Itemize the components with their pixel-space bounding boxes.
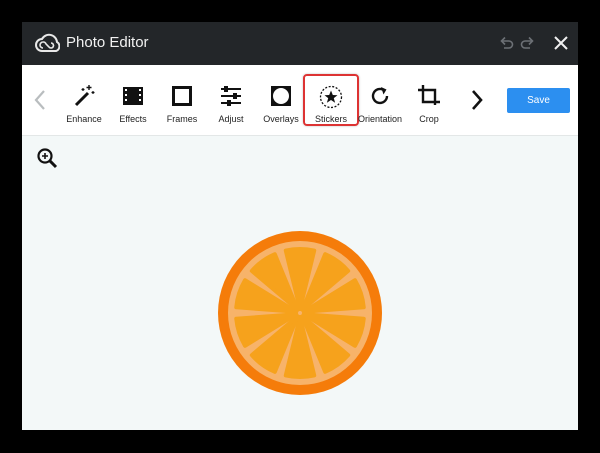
- redo-icon[interactable]: [519, 34, 537, 52]
- app-title: Photo Editor: [66, 34, 149, 51]
- tool-crop[interactable]: Crop: [401, 65, 457, 135]
- tool-label: Stickers: [314, 114, 347, 124]
- orange-slice-image: [218, 231, 382, 395]
- tool-overlays[interactable]: Overlays: [253, 65, 309, 135]
- undo-icon[interactable]: [497, 34, 515, 52]
- close-icon[interactable]: [552, 34, 570, 52]
- chevron-left-icon[interactable]: [31, 88, 49, 112]
- tool-label: Adjust: [218, 114, 244, 124]
- chevron-right-icon[interactable]: [468, 88, 486, 112]
- tool-frames[interactable]: Frames: [154, 65, 210, 135]
- tool-label: Crop: [419, 114, 439, 124]
- tool-label: Overlays: [263, 114, 299, 124]
- sliders-icon: [221, 86, 241, 106]
- film-strip-icon: [123, 87, 143, 105]
- photo-editor-window: Photo Editor Enhance Effects Frames Adju…: [22, 22, 578, 430]
- tool-label: Orientation: [357, 114, 403, 124]
- tool-label: Frames: [166, 114, 198, 124]
- creative-cloud-icon: [35, 33, 60, 52]
- frame-icon: [172, 86, 192, 106]
- tool-label: Effects: [119, 114, 147, 124]
- tool-adjust[interactable]: Adjust: [203, 65, 259, 135]
- save-button[interactable]: Save: [507, 88, 570, 113]
- tool-effects[interactable]: Effects: [105, 65, 161, 135]
- overlay-icon: [271, 86, 291, 106]
- rotate-icon: [371, 87, 389, 105]
- tool-enhance[interactable]: Enhance: [56, 65, 112, 135]
- image-canvas: [22, 136, 578, 430]
- crop-icon: [418, 85, 440, 105]
- tool-label: Enhance: [66, 114, 102, 124]
- magic-wand-icon: [74, 85, 95, 107]
- star-sticker-icon: [319, 85, 343, 109]
- zoom-in-icon[interactable]: [36, 147, 58, 169]
- tool-orientation[interactable]: Orientation: [352, 65, 408, 135]
- tool-stickers[interactable]: Stickers: [303, 74, 359, 126]
- title-bar: Photo Editor: [22, 22, 578, 65]
- edit-toolbar: Enhance Effects Frames Adjust Overlays S…: [22, 65, 578, 136]
